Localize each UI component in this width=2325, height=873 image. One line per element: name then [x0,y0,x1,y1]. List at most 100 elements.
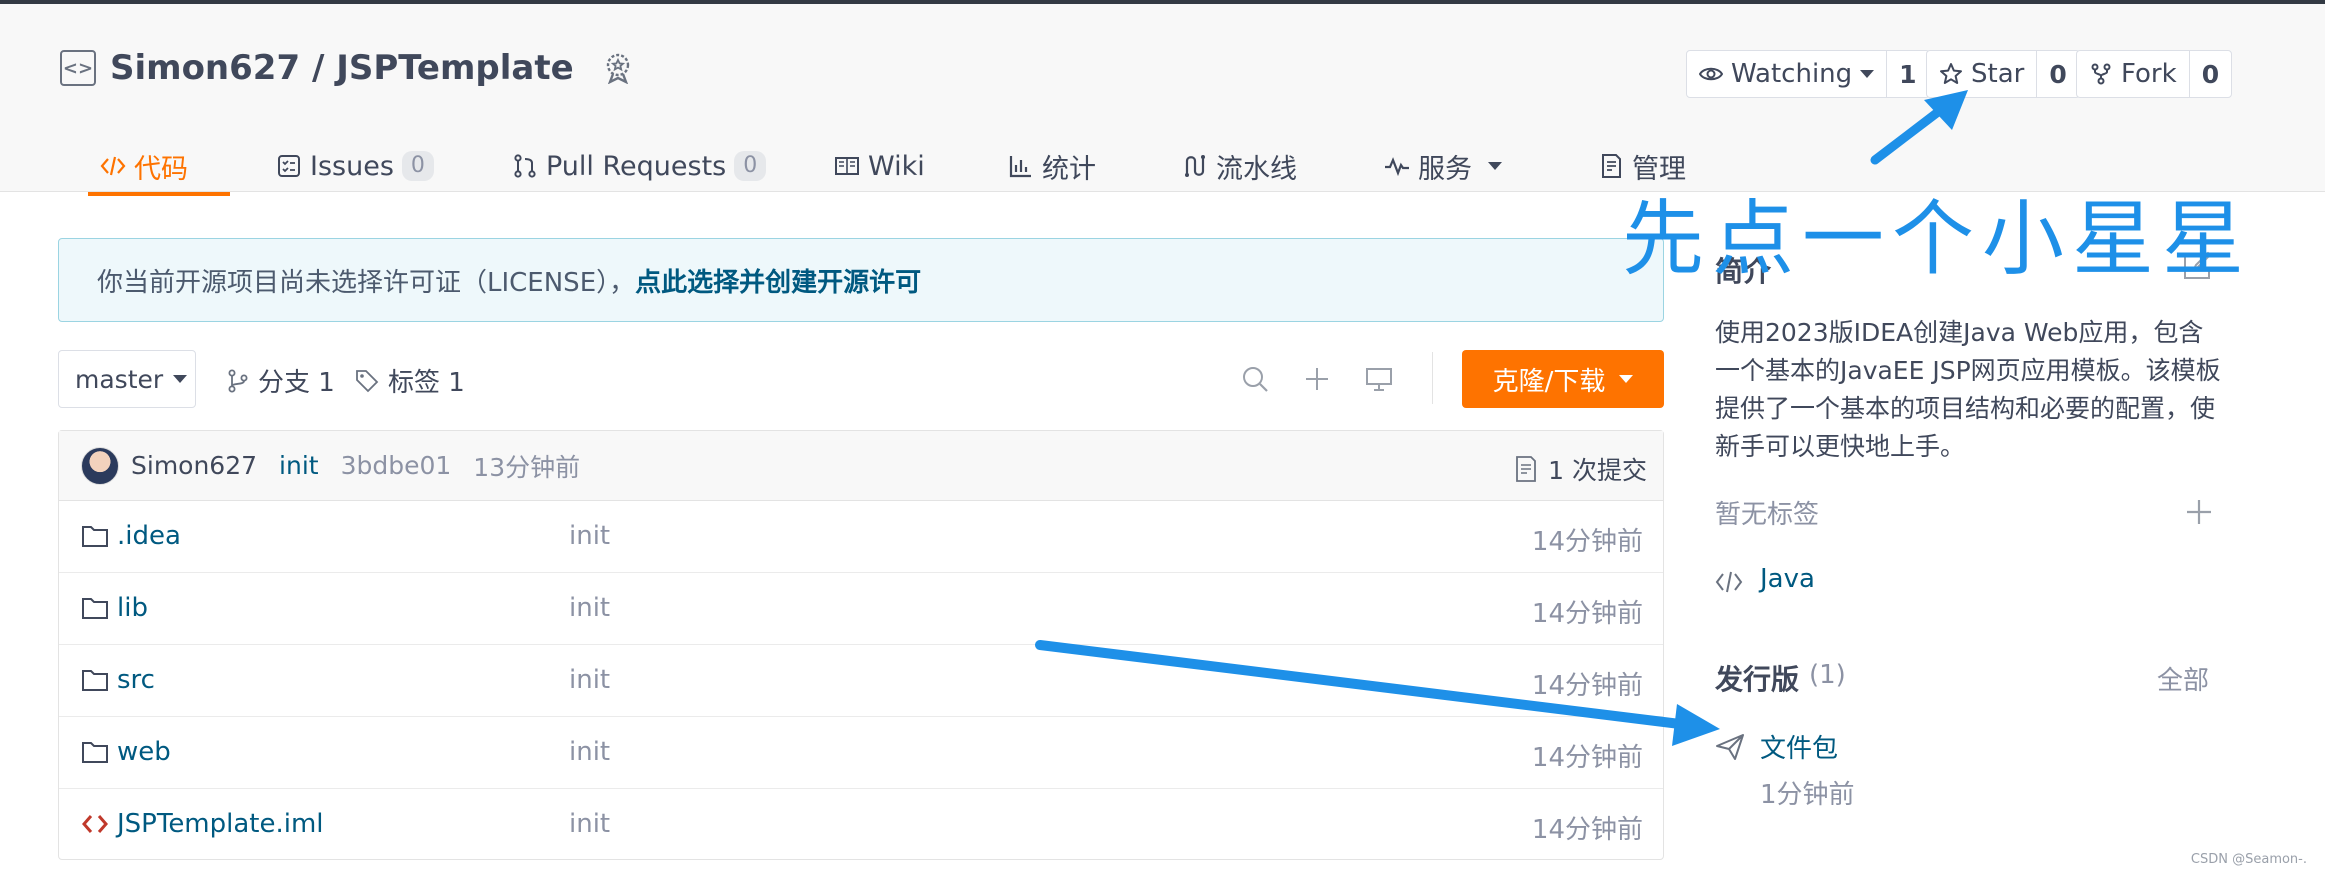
search-icon[interactable] [1240,364,1270,394]
file-row: src init 14分钟前 [59,645,1663,717]
file-commit-message[interactable]: init [569,665,610,695]
star-icon [1940,63,1962,84]
code-icon [1715,571,1743,593]
file-row: JSPTemplate.iml init 14分钟前 [59,789,1663,861]
watch-button[interactable]: Watching [1687,51,1886,97]
file-commit-message[interactable]: init [569,593,610,623]
pull-request-icon [514,154,536,178]
language-link[interactable]: Java [1760,564,1815,594]
chevron-down-icon [1488,162,1502,170]
file-name[interactable]: .idea [117,521,181,551]
fork-action: Fork 0 [2076,50,2233,98]
tab-issues[interactable]: Issues 0 [276,136,434,196]
repo-title: <> Simon627 / JSPTemplate [60,48,634,88]
file-list: Simon627 init 3bdbe01 13分钟前 1 次提交 .idea … [58,430,1664,860]
tab-issues-count: 0 [401,151,434,181]
file-name[interactable]: src [117,665,155,695]
toolbar-divider [1432,352,1433,404]
branches-link[interactable]: 分支 1 [226,362,335,399]
fork-label: Fork [2121,59,2177,89]
repo-separator: / [300,48,337,88]
license-create-link[interactable]: 点此选择并创建开源许可 [635,262,921,299]
tab-issues-label: Issues [310,150,394,182]
releases-count: (1) [1809,660,1846,690]
tab-pull-requests[interactable]: Pull Requests 0 [512,136,767,196]
repo-name[interactable]: JSPTemplate [336,48,573,88]
watch-count[interactable]: 1 [1886,51,1928,97]
file-time: 14分钟前 [1531,743,1643,773]
tag-icon [356,369,379,392]
license-notice: 你当前开源项目尚未选择许可证（LICENSE）， 点此选择并创建开源许可 [58,238,1664,322]
tab-services[interactable]: 服务 [1384,136,1502,196]
branch-current: master [75,364,164,394]
monitor-icon[interactable] [1364,364,1394,394]
watch-action: Watching 1 [1686,50,1930,98]
tab-wiki[interactable]: Wiki [834,136,925,196]
commits-doc-icon [1516,456,1537,482]
folder-icon [82,598,108,619]
commit-count-link[interactable]: 1 次提交 [1514,451,1647,487]
settings-doc-icon [1602,154,1621,178]
tab-pull-requests-label: Pull Requests [546,150,727,182]
file-commit-message[interactable]: init [569,809,610,839]
code-icon [100,156,126,176]
license-text: 你当前开源项目尚未选择许可证（LICENSE）， [97,267,636,298]
issues-icon [278,155,300,177]
plus-icon[interactable] [1302,364,1332,394]
file-row: web init 14分钟前 [59,717,1663,789]
file-commit-message[interactable]: init [569,737,610,767]
file-commit-message[interactable]: init [569,521,610,551]
pipeline-icon [1185,155,1205,177]
tab-code[interactable]: 代码 [88,136,230,196]
repo-full-name[interactable]: Simon627 / JSPTemplate [110,48,574,88]
repo-header: <> Simon627 / JSPTemplate Watching 1 Sta… [0,4,2325,196]
star-button[interactable]: Star [1927,51,2036,97]
tab-statistics-label: 统计 [1042,153,1096,185]
award-badge-icon[interactable] [602,52,634,84]
file-name[interactable]: web [117,737,171,767]
watch-label: Watching [1731,59,1853,89]
branch-toolbar: master 分支 1 标签 1 克隆/下载 [58,350,1664,408]
tab-pipeline[interactable]: 流水线 [1182,136,1297,196]
file-name[interactable]: JSPTemplate.iml [117,809,324,839]
latest-commit-row: Simon627 init 3bdbe01 13分钟前 1 次提交 [59,431,1663,501]
releases-title: 发行版 [1715,663,1800,696]
folder-icon [82,526,108,547]
tab-statistics[interactable]: 统计 [1008,136,1096,196]
file-name[interactable]: lib [117,593,148,623]
repo-description: 使用2023版IDEA创建Java Web应用，包含一个基本的JavaEE JS… [1715,318,2221,461]
no-tags-label: 暂无标签 [1715,500,1820,530]
tab-services-label: 服务 [1418,153,1472,185]
release-time: 1分钟前 [1760,780,1855,810]
clone-download-button[interactable]: 克隆/下载 [1462,350,1664,408]
book-icon [835,157,859,175]
tags-link[interactable]: 标签 1 [354,362,465,399]
fork-button[interactable]: Fork [2077,51,2189,97]
watermark: CSDN @Seamon-. [2190,852,2307,867]
releases-all-link[interactable]: 全部 [2157,660,2209,697]
commit-message[interactable]: init [279,451,319,480]
star-label: Star [1971,59,2025,89]
branch-select[interactable]: master [58,350,196,408]
fork-count[interactable]: 0 [2188,51,2231,97]
file-time: 14分钟前 [1531,671,1643,701]
annotation-text: 先点一个小星星 [1622,192,2253,287]
repo-owner[interactable]: Simon627 [110,48,300,88]
plus-icon[interactable] [2185,498,2213,526]
chevron-down-icon [173,375,188,383]
tab-code-label: 代码 [134,153,188,185]
tags-label: 标签 1 [388,368,465,398]
tab-pull-requests-count: 0 [734,151,767,181]
file-time: 14分钟前 [1531,527,1643,557]
avatar[interactable] [81,446,119,485]
branch-icon [228,369,248,392]
commit-sha[interactable]: 3bdbe01 [341,451,452,480]
commit-author[interactable]: Simon627 [131,451,257,480]
commit-time: 13分钟前 [473,452,581,482]
branches-label: 分支 1 [258,368,335,398]
release-name-link[interactable]: 文件包 [1760,728,1838,765]
commit-count-label: 1 次提交 [1548,456,1647,485]
star-count[interactable]: 0 [2036,51,2078,97]
folder-icon [82,670,108,691]
chevron-down-icon [1619,375,1634,383]
